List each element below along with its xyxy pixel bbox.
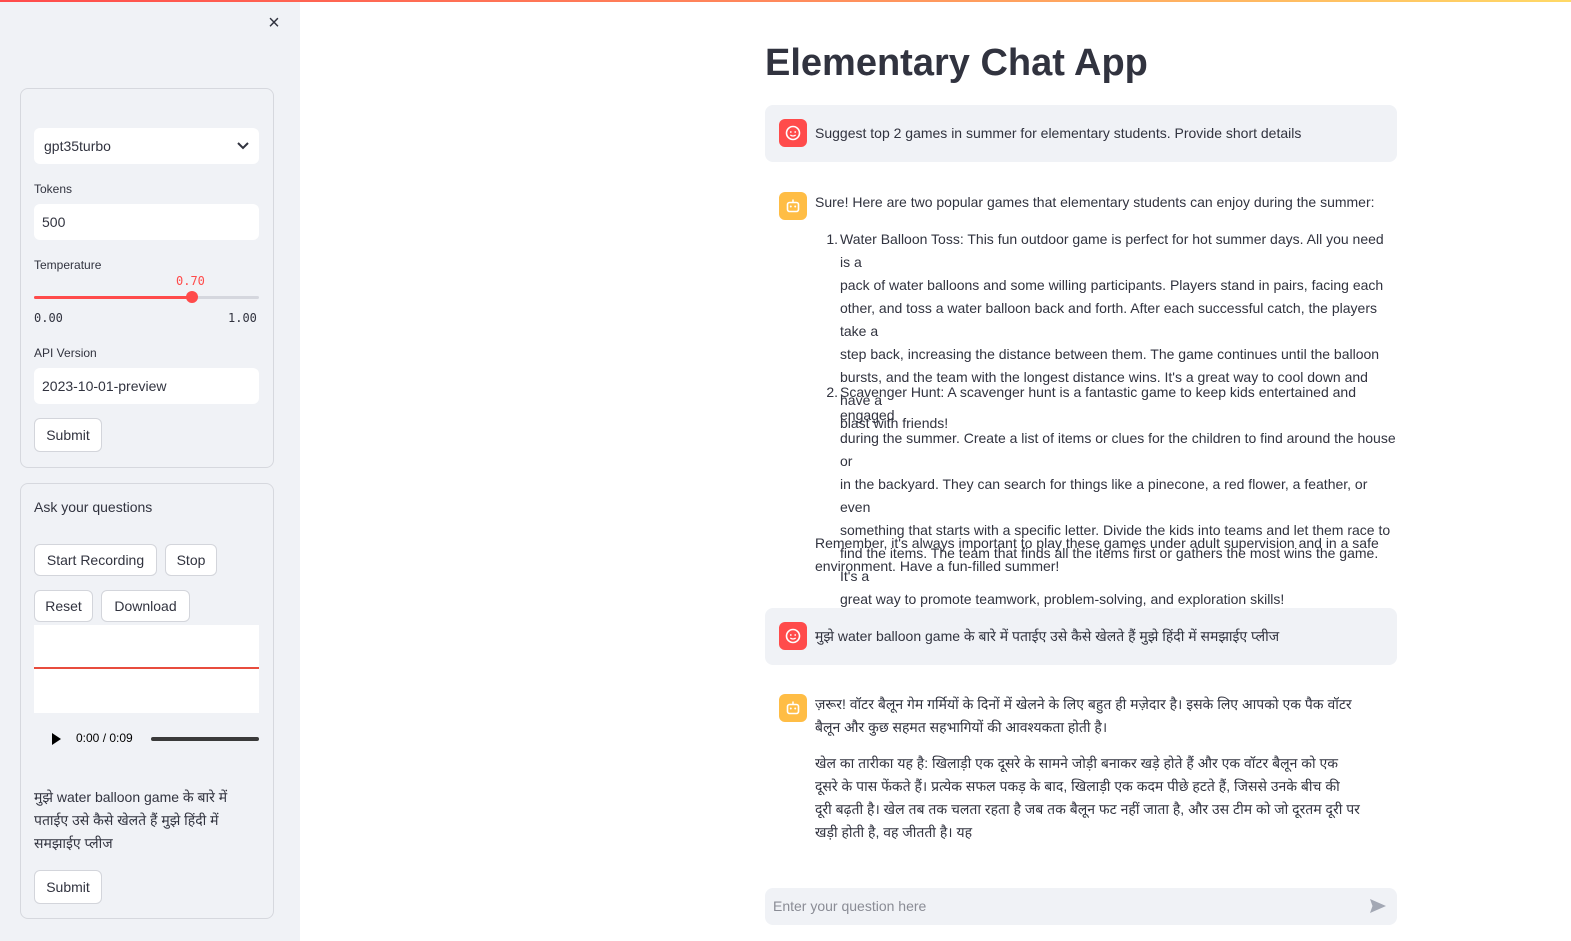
download-button[interactable]: Download [101,590,190,622]
tokens-label: Tokens [34,182,73,196]
top-decoration-bar [0,0,1571,2]
audio-player: 0:00 / 0:09 [34,725,259,753]
text-line: in the backyard. They can search for thi… [840,476,1368,515]
text-line: दूरी बढ़ती है। खेल तब तक चलता रहता है जब… [815,801,1360,817]
text-line: Remember, it's always important to play … [815,535,1379,551]
play-icon[interactable] [52,733,61,745]
chat-message-user: Suggest top 2 games in summer for elemen… [765,105,1397,162]
assistant-paragraph: ज़रूर! वॉटर बैलून गेम गर्मियों के दिनों … [815,693,1395,739]
text-line: Water Balloon Toss: This fun outdoor gam… [840,231,1384,270]
close-sidebar-icon[interactable]: × [264,12,284,34]
text-line: बैलून और कुछ सहमत सहभागियों की आवश्यकता … [815,719,1108,735]
temperature-min: 0.00 [34,311,63,325]
assistant-outro: Remember, it's always important to play … [815,532,1395,578]
audio-time: 0:00 / 0:09 [76,731,133,745]
text-line: दूसरे के पास फेंकते हैं। प्रत्येक सफल पक… [815,778,1340,794]
text-line: खड़ी होती है, वह जीतती है। यह [815,824,973,840]
temperature-max: 1.00 [228,311,257,325]
user-avatar-icon [779,119,807,147]
temperature-slider-fill [34,296,192,299]
chevron-down-icon [237,128,249,164]
text-line: during the summer. Create a list of item… [840,430,1396,469]
chat-message-user: मुझे water balloon game के बारे में पताई… [765,608,1397,665]
model-select[interactable]: gpt35turbo [34,128,259,164]
audio-progress-bar[interactable] [151,737,259,741]
chat-input-placeholder: Enter your question here [773,898,927,914]
stop-button[interactable]: Stop [165,544,217,576]
list-number: 2. [826,384,838,400]
settings-submit-button[interactable]: Submit [34,418,102,452]
question-submit-button[interactable]: Submit [34,870,102,904]
user-avatar-icon [779,622,807,650]
text-line: खेल का तारीका यह है: खिलाड़ी एक दूसरे के… [815,755,1339,771]
transcript-text: मुझे water balloon game के बारे में पताई… [34,789,228,851]
text-line: ज़रूर! वॉटर बैलून गेम गर्मियों के दिनों … [815,696,1352,712]
assistant-intro: Sure! Here are two popular games that el… [815,194,1375,210]
text-line: pack of water balloons and some willing … [840,277,1384,293]
api-version-input[interactable]: 2023-10-01-preview [34,368,259,404]
page-title: Elementary Chat App [765,42,1148,84]
start-recording-button[interactable]: Start Recording [34,544,157,576]
temperature-value: 0.70 [176,274,205,288]
bot-avatar-icon [779,192,807,220]
reset-button[interactable]: Reset [34,590,93,622]
ask-questions-label: Ask your questions [34,499,153,515]
assistant-paragraph: खेल का तारीका यह है: खिलाड़ी एक दूसरे के… [815,752,1395,844]
model-select-value: gpt35turbo [44,138,111,154]
text-line: step back, increasing the distance betwe… [840,346,1380,362]
text-line: other, and toss a water balloon back and… [840,300,1377,339]
text-line: environment. Have a fun-filled summer! [815,558,1060,574]
list-number: 1. [826,231,838,247]
chat-message-assistant: Sure! Here are two popular games that el… [765,178,1397,607]
temperature-label: Temperature [34,258,102,272]
audio-waveform [34,625,259,713]
temperature-slider[interactable] [34,291,259,303]
chat-input[interactable]: Enter your question here [765,888,1397,925]
bot-avatar-icon [779,694,807,722]
chat-message-assistant: ज़रूर! वॉटर बैलून गेम गर्मियों के दिनों … [765,680,1397,850]
api-version-label: API Version [34,346,97,360]
tokens-input[interactable]: 500 [34,204,259,240]
send-icon[interactable] [1369,898,1387,919]
text-line: Scavenger Hunt: A scavenger hunt is a fa… [840,384,1356,423]
user-message-text: मुझे water balloon game के बारे में पताई… [815,628,1280,644]
user-message-text: Suggest top 2 games in summer for elemen… [815,125,1302,141]
sidebar: × gpt35turbo Tokens 500 Temperature 0.70… [0,0,300,941]
temperature-slider-thumb[interactable] [185,291,198,303]
waveform-line [34,667,259,669]
